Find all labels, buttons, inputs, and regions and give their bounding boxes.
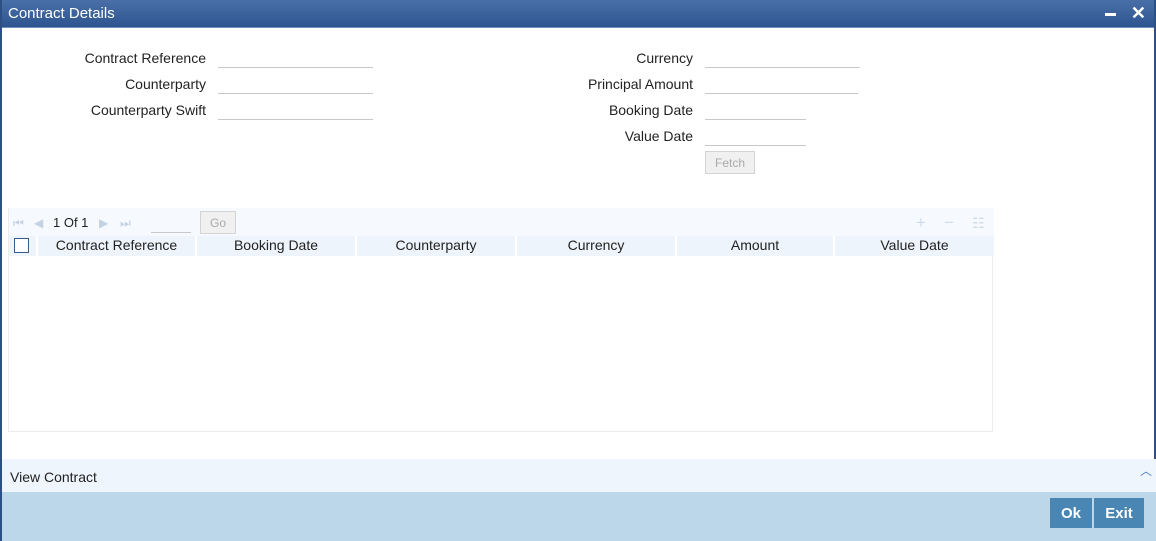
title-bar: Contract Details ✕ (2, 0, 1154, 28)
contract-reference-input[interactable] (218, 46, 373, 68)
counterparty-input[interactable] (218, 72, 373, 94)
last-page-icon[interactable]: ⏭ (120, 216, 131, 231)
currency-label: Currency (636, 50, 693, 66)
column-header-booking-date[interactable]: Booking Date (197, 236, 357, 256)
contracts-grid: ⏮ ◀ 1 Of 1 ▶ ⏭ Go + − ☷ Contract Referen… (8, 208, 994, 432)
booking-date-input[interactable] (705, 98, 806, 120)
exit-button[interactable]: Exit (1094, 498, 1144, 528)
add-row-icon[interactable]: + (916, 213, 926, 233)
delete-row-icon[interactable]: − (944, 213, 954, 233)
grid-toolbar: ⏮ ◀ 1 Of 1 ▶ ⏭ Go + − ☷ (9, 208, 994, 236)
select-all-cell (9, 236, 38, 256)
first-page-icon[interactable]: ⏮ (13, 216, 24, 231)
ok-button[interactable]: Ok (1050, 498, 1092, 528)
value-date-label: Value Date (624, 128, 693, 144)
counterparty-swift-input[interactable] (218, 98, 373, 120)
close-icon: ✕ (1130, 3, 1146, 23)
booking-date-label: Booking Date (608, 102, 693, 118)
grid-header-row: Contract Reference Booking Date Counterp… (9, 236, 994, 256)
currency-input[interactable] (705, 46, 860, 68)
principal-amount-label: Principal Amount (587, 76, 693, 92)
minimize-button[interactable] (1105, 4, 1116, 16)
column-header-currency[interactable]: Currency (517, 236, 677, 256)
select-all-checkbox[interactable] (14, 238, 29, 253)
view-contract-section: View Contract ︿ (2, 459, 1156, 492)
fetch-button[interactable]: Fetch (705, 151, 755, 174)
next-page-icon[interactable]: ▶ (99, 216, 108, 230)
single-view-icon[interactable]: ☷ (972, 215, 985, 232)
action-bar: Ok Exit (2, 492, 1156, 541)
counterparty-label: Counterparty (125, 76, 206, 92)
collapse-icon[interactable]: ︿ (1140, 462, 1152, 479)
column-header-amount[interactable]: Amount (677, 236, 835, 256)
column-header-counterparty[interactable]: Counterparty (357, 236, 517, 256)
previous-page-icon[interactable]: ◀ (34, 216, 43, 230)
contract-details-window: Contract Details ✕ Contract Reference Co… (0, 0, 1156, 541)
contract-reference-label: Contract Reference (84, 50, 206, 66)
view-contract-label: View Contract (10, 469, 97, 485)
principal-amount-input[interactable] (705, 72, 858, 94)
window-title: Contract Details (8, 5, 115, 22)
page-number-input[interactable] (151, 214, 191, 233)
value-date-input[interactable] (705, 124, 806, 146)
go-button[interactable]: Go (200, 211, 236, 234)
page-info: 1 Of 1 (53, 215, 89, 230)
column-header-contract-reference[interactable]: Contract Reference (38, 236, 197, 256)
counterparty-swift-label: Counterparty Swift (90, 102, 206, 118)
minimize-icon (1105, 13, 1116, 16)
close-button[interactable]: ✕ (1131, 4, 1146, 22)
column-header-value-date[interactable]: Value Date (835, 236, 994, 256)
